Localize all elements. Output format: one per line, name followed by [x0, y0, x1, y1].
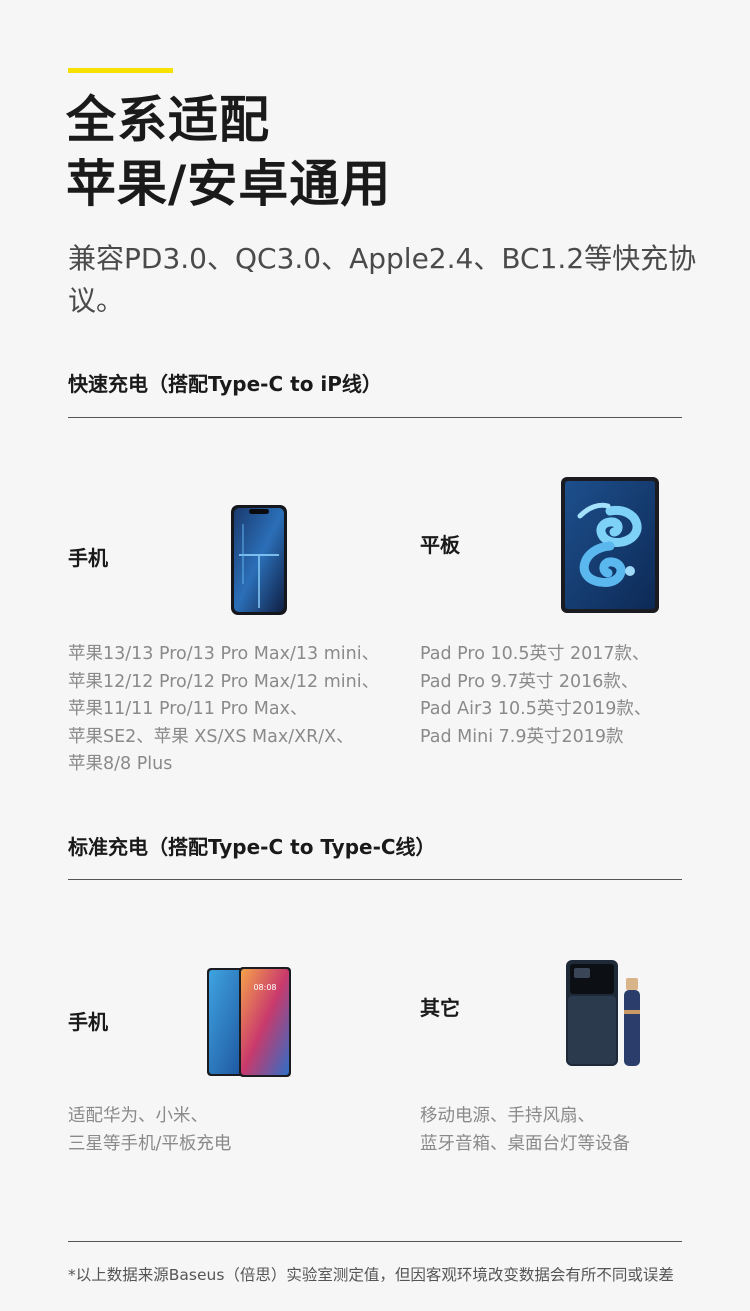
- footer-divider: [68, 1241, 682, 1242]
- page-title: 全系适配 苹果/安卓通用: [66, 88, 391, 216]
- ipad-image: [561, 477, 659, 613]
- intro-text: 兼容PD3.0、QC3.0、Apple2.4、BC1.2等快充协议。: [68, 242, 697, 317]
- label-phone: 手机: [68, 1010, 108, 1034]
- section-divider: [68, 417, 682, 418]
- phone-screen-time: 08:08: [253, 983, 276, 992]
- list-item: 苹果12/12 Pro/12 Pro Max/12 mini、: [68, 671, 380, 692]
- footnote: *以上数据来源Baseus（倍思）实验室测定值，但因客观环境改变数据会有所不同或…: [68, 1266, 674, 1284]
- list-item: 苹果8/8 Plus: [68, 754, 173, 774]
- label-phone: 手机: [68, 546, 108, 570]
- list-item: Pad Air3 10.5英寸2019款、: [420, 699, 652, 719]
- section-title-fast-charging: 快速充电（搭配Type-C to iP线）: [68, 372, 382, 396]
- accent-bar: [68, 68, 173, 73]
- label-other: 其它: [420, 996, 460, 1020]
- list-item: Pad Pro 10.5英寸 2017款、: [420, 644, 650, 664]
- phone-compat-list: 苹果13/13 Pro/13 Pro Max/13 mini、 苹果12/12 …: [68, 641, 379, 779]
- section-divider: [68, 879, 682, 880]
- title-line-2: 苹果/安卓通用: [66, 155, 392, 213]
- list-item: 苹果11/11 Pro/11 Pro Max、: [68, 699, 308, 719]
- list-item: 苹果13/13 Pro/13 Pro Max/13 mini、: [68, 644, 380, 664]
- android-phones-image: 08:08: [207, 967, 291, 1077]
- title-line-1: 全系适配: [66, 91, 270, 149]
- list-item: 三星等手机/平板充电: [68, 1133, 232, 1154]
- other-devices-list: 移动电源、手持风扇、 蓝牙音箱、桌面台灯等设备: [420, 1103, 630, 1158]
- list-item: 移动电源、手持风扇、: [420, 1106, 595, 1126]
- section-title-standard-charging: 标准充电（搭配Type-C to Type-C线）: [68, 835, 436, 859]
- other-devices-image: [566, 960, 640, 1066]
- label-tablet: 平板: [420, 533, 460, 557]
- list-item: Pad Mini 7.9英寸2019款: [420, 726, 624, 747]
- list-item: Pad Pro 9.7英寸 2016款、: [420, 671, 639, 692]
- tablet-compat-list: Pad Pro 10.5英寸 2017款、 Pad Pro 9.7英寸 2016…: [420, 641, 651, 751]
- list-item: 适配华为、小米、: [68, 1106, 208, 1126]
- list-item: 蓝牙音箱、桌面台灯等设备: [420, 1133, 630, 1154]
- list-item: 苹果SE2、苹果 XS/XS Max/XR/X、: [68, 726, 354, 747]
- android-compat-list: 适配华为、小米、 三星等手机/平板充电: [68, 1103, 231, 1158]
- iphone-image: [231, 505, 287, 615]
